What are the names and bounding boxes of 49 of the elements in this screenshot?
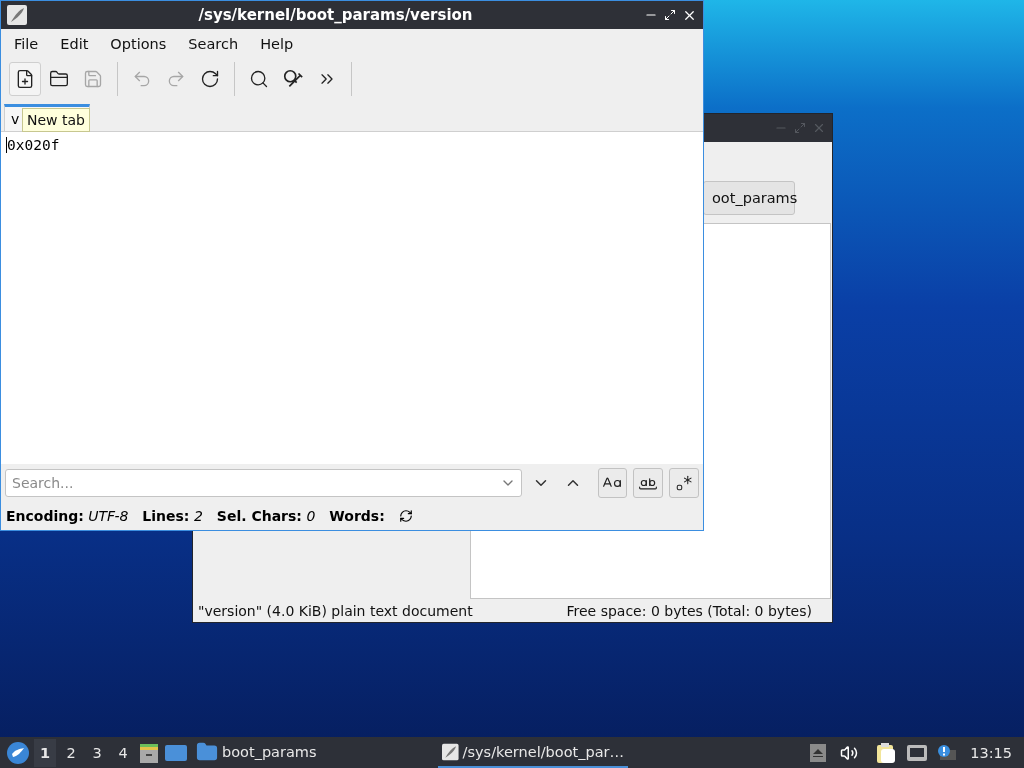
maximize-icon[interactable] (664, 9, 676, 21)
text-editor[interactable]: 0x020f (1, 132, 703, 464)
refresh-icon[interactable] (398, 509, 413, 523)
desktop-icon[interactable] (164, 742, 188, 763)
menu-item[interactable]: Options (99, 33, 178, 55)
workspace-button[interactable]: 2 (60, 738, 82, 767)
path-button[interactable]: oot_params (703, 181, 795, 215)
eject-icon[interactable] (810, 743, 827, 762)
clipboard-icon[interactable] (876, 741, 897, 764)
file-cabinet-icon[interactable] (138, 741, 160, 764)
workspace-button[interactable]: 4 (112, 738, 134, 767)
reload-icon (200, 69, 220, 89)
workspace-button[interactable]: 1 (34, 738, 56, 767)
save-icon (83, 69, 103, 89)
status-text: Sel. Chars: 0 (216, 508, 316, 524)
status-text: Encoding: UTF-8 (6, 508, 129, 524)
status-text: Lines: 2 (142, 508, 203, 524)
feather-icon (7, 5, 27, 25)
status-text: Words: (329, 508, 385, 524)
menu-item[interactable]: Edit (49, 33, 100, 55)
window-title: /sys/kernel/boot_params/version (197, 6, 474, 24)
regex-icon (675, 474, 694, 492)
match-case-button[interactable] (597, 468, 628, 498)
new-file-icon (15, 69, 35, 89)
start-menu-icon[interactable] (6, 740, 30, 765)
volume-icon[interactable] (840, 743, 859, 762)
folder-icon (49, 69, 69, 89)
new-tab-button[interactable] (9, 62, 41, 96)
status-text: "version" (4.0 KiB) plain text document (198, 603, 473, 619)
search-field[interactable]: Search... (5, 469, 522, 497)
whole-word-button[interactable] (633, 468, 664, 498)
network-icon[interactable] (906, 743, 929, 762)
folder-icon (196, 740, 218, 763)
taskbar-window-button[interactable]: /sys/kernel/boot_par… (438, 737, 628, 768)
redo-icon (166, 69, 186, 89)
search-icon (249, 69, 269, 89)
taskbar-window-button[interactable]: boot_params (192, 737, 322, 768)
menu-item[interactable]: Help (249, 33, 305, 55)
feather-icon (442, 741, 459, 762)
menu-item[interactable]: Search (177, 33, 250, 55)
undo-icon (132, 69, 152, 89)
free-space-text: Free space: 0 bytes (Total: 0 bytes) (566, 603, 812, 619)
tooltip: New tab (22, 108, 90, 132)
document-tab[interactable]: v New tab (4, 104, 90, 131)
clock[interactable]: 13:15 (970, 744, 1012, 761)
workspace-button[interactable]: 3 (86, 738, 108, 767)
regex-button[interactable] (669, 468, 699, 498)
notification-icon[interactable] (936, 743, 957, 762)
menu-item[interactable]: File (3, 33, 50, 55)
